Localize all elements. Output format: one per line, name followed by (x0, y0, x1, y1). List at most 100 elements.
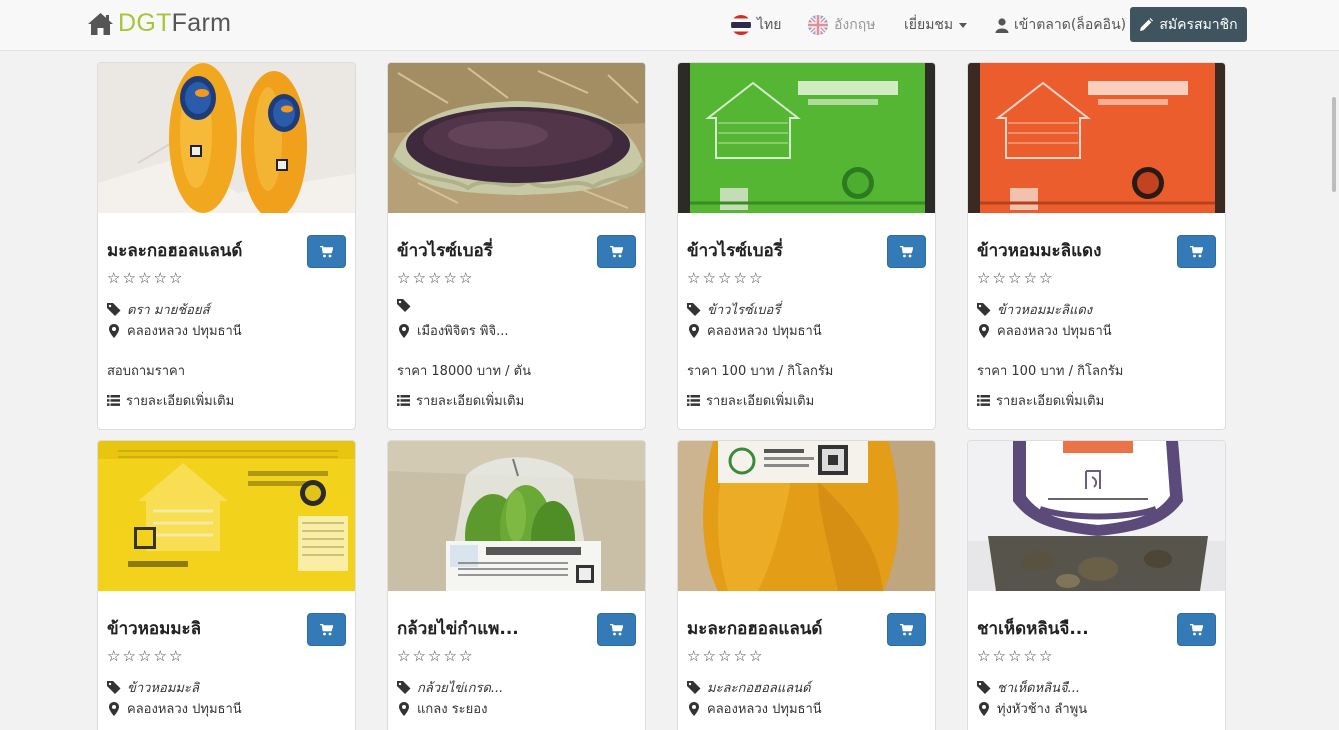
star-icon[interactable]: ☆ (703, 647, 717, 665)
star-rating[interactable]: ☆ ☆ ☆ ☆ ☆ (397, 647, 475, 665)
brand-logo[interactable]: DGT Farm (87, 9, 231, 38)
register-button[interactable]: สมัครสมาชิก (1130, 7, 1247, 42)
star-icon[interactable]: ☆ (459, 269, 473, 287)
star-icon[interactable]: ☆ (1008, 269, 1022, 287)
product-title[interactable]: ข้าวหอมมะลิแดง (977, 237, 1172, 264)
more-details-link[interactable]: รายละเอียดเพิ่มเติม (977, 390, 1104, 411)
product-card: กล้วยไข่กำแพ... ☆ ☆ ☆ ☆ ☆ กล้วยไข่เกรด... แก… (387, 440, 646, 730)
more-details-link[interactable]: รายละเอียดเพิ่มเติม (687, 390, 814, 411)
product-title[interactable]: กล้วยไข่กำแพ... (397, 615, 592, 642)
star-icon[interactable]: ☆ (734, 269, 748, 287)
product-image[interactable] (388, 63, 645, 213)
star-icon[interactable]: ☆ (703, 269, 717, 287)
add-to-cart-button[interactable] (887, 613, 926, 646)
login-link[interactable]: เข้าตลาด(ล็อคอิน) (995, 0, 1126, 50)
add-to-cart-button[interactable] (887, 235, 926, 268)
star-rating[interactable]: ☆ ☆ ☆ ☆ ☆ (107, 269, 185, 287)
star-rating[interactable]: ☆ ☆ ☆ ☆ ☆ (107, 647, 185, 665)
star-icon[interactable]: ☆ (687, 647, 701, 665)
star-icon[interactable]: ☆ (413, 269, 427, 287)
product-image[interactable] (678, 441, 935, 591)
product-title[interactable]: ข้าวหอมมะลิ (107, 615, 302, 642)
star-icon[interactable]: ☆ (169, 269, 183, 287)
star-icon[interactable]: ☆ (138, 647, 152, 665)
star-icon[interactable]: ☆ (154, 647, 168, 665)
list-icon (107, 395, 120, 406)
star-icon[interactable]: ☆ (444, 269, 458, 287)
cart-icon (610, 623, 623, 635)
star-icon[interactable]: ☆ (138, 269, 152, 287)
star-icon[interactable]: ☆ (107, 647, 121, 665)
add-to-cart-button[interactable] (1177, 235, 1216, 268)
star-icon[interactable]: ☆ (459, 647, 473, 665)
product-title[interactable]: ชาเห็ดหลินจื... (977, 615, 1172, 642)
language-thai[interactable]: ไทย (731, 0, 781, 50)
star-icon[interactable]: ☆ (444, 647, 458, 665)
product-image[interactable] (968, 63, 1225, 213)
star-rating[interactable]: ☆ ☆ ☆ ☆ ☆ (687, 647, 765, 665)
product-image[interactable] (98, 63, 355, 213)
vertical-scrollbar[interactable] (1331, 51, 1339, 730)
star-icon[interactable]: ☆ (749, 269, 763, 287)
register-label: สมัครสมาชิก (1159, 15, 1238, 32)
star-icon[interactable]: ☆ (1024, 269, 1038, 287)
star-icon[interactable]: ☆ (1008, 647, 1022, 665)
product-title[interactable]: ข้าวไรซ์เบอรี่ (397, 237, 592, 264)
more-details-link[interactable]: รายละเอียดเพิ่มเติม (397, 390, 524, 411)
product-card: มะละกอฮอลแลนด์ ☆ ☆ ☆ ☆ ☆ ตรา มายช้อยส์ คลองห… (97, 62, 356, 430)
star-icon[interactable]: ☆ (413, 647, 427, 665)
star-icon[interactable]: ☆ (123, 647, 137, 665)
star-icon[interactable]: ☆ (718, 647, 732, 665)
add-to-cart-button[interactable] (307, 613, 346, 646)
scrollbar-thumb[interactable] (1332, 97, 1336, 192)
add-to-cart-button[interactable] (1177, 613, 1216, 646)
add-to-cart-button[interactable] (597, 613, 636, 646)
star-rating[interactable]: ☆ ☆ ☆ ☆ ☆ (687, 269, 765, 287)
star-rating[interactable]: ☆ ☆ ☆ ☆ ☆ (397, 269, 475, 287)
product-image[interactable] (388, 441, 645, 591)
product-location-text: เมืองพิจิตร พิจิ... (417, 324, 509, 339)
star-icon[interactable]: ☆ (397, 647, 411, 665)
product-brand-text: กล้วยไข่เกรด... (417, 681, 504, 696)
product-title[interactable]: ข้าวไรซ์เบอรี่ (687, 237, 882, 264)
language-english[interactable]: อังกฤษ (808, 0, 875, 50)
star-icon[interactable]: ☆ (123, 269, 137, 287)
star-icon[interactable]: ☆ (993, 269, 1007, 287)
mushroom-tea-image (968, 441, 1225, 591)
star-rating[interactable]: ☆ ☆ ☆ ☆ ☆ (977, 269, 1055, 287)
star-icon[interactable]: ☆ (687, 269, 701, 287)
product-title[interactable]: มะละกอฮอลแลนด์ (107, 237, 302, 264)
more-details-link[interactable]: รายละเอียดเพิ่มเติม (107, 390, 234, 411)
star-icon[interactable]: ☆ (428, 269, 442, 287)
star-icon[interactable]: ☆ (428, 647, 442, 665)
star-icon[interactable]: ☆ (977, 269, 991, 287)
star-icon[interactable]: ☆ (749, 647, 763, 665)
star-icon[interactable]: ☆ (1039, 269, 1053, 287)
visit-dropdown[interactable]: เยี่ยมชม (904, 0, 968, 50)
product-image[interactable] (678, 63, 935, 213)
product-location-text: แกลง ระยอง (417, 702, 488, 717)
star-icon[interactable]: ☆ (107, 269, 121, 287)
user-icon (995, 17, 1009, 33)
product-card: ข้าวไรซ์เบอรี่ ☆ ☆ ☆ ☆ ☆ ข้าวไรซ์เบอรี่ คลอง… (677, 62, 936, 430)
add-to-cart-button[interactable] (307, 235, 346, 268)
product-brand-text: ชาเห็ดหลินจื... (997, 681, 1081, 696)
add-to-cart-button[interactable] (597, 235, 636, 268)
product-card: ข้าวไรซ์เบอรี่ ☆ ☆ ☆ ☆ ☆ เมืองพิจิตร พิจิ...… (387, 62, 646, 430)
star-icon[interactable]: ☆ (977, 647, 991, 665)
star-icon[interactable]: ☆ (734, 647, 748, 665)
star-icon[interactable]: ☆ (993, 647, 1007, 665)
tag-icon (397, 681, 411, 694)
star-icon[interactable]: ☆ (169, 647, 183, 665)
product-price: ราคา 100 บาท / กิโลกรัม (977, 364, 1124, 379)
language-english-label: อังกฤษ (834, 17, 876, 33)
product-image[interactable] (98, 441, 355, 591)
product-image[interactable] (968, 441, 1225, 591)
star-icon[interactable]: ☆ (1039, 647, 1053, 665)
product-title[interactable]: มะละกอฮอลแลนด์ (687, 615, 882, 642)
star-rating[interactable]: ☆ ☆ ☆ ☆ ☆ (977, 647, 1055, 665)
star-icon[interactable]: ☆ (1024, 647, 1038, 665)
star-icon[interactable]: ☆ (154, 269, 168, 287)
star-icon[interactable]: ☆ (397, 269, 411, 287)
star-icon[interactable]: ☆ (718, 269, 732, 287)
